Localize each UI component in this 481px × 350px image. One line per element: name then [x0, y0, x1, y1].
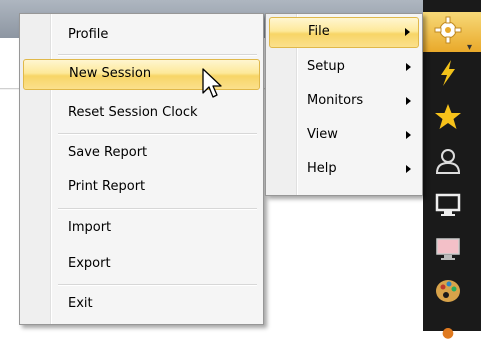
menu-item-exit[interactable]: Exit	[23, 289, 260, 319]
menu-item-export[interactable]: Export	[23, 249, 260, 279]
menu-item-setup[interactable]: Setup	[269, 52, 419, 82]
partial-icon[interactable]: ●	[431, 316, 465, 350]
menu-separator	[58, 133, 257, 135]
palette-icon[interactable]	[431, 276, 465, 310]
menu-item-file[interactable]: File	[269, 17, 419, 48]
main-menu: File Setup Monitors View Help	[265, 13, 423, 196]
chevron-right-icon	[406, 131, 411, 139]
menu-item-view[interactable]: View	[269, 120, 419, 150]
display-icon[interactable]	[431, 234, 465, 268]
menu-item-label: Reset Session Clock	[68, 105, 198, 120]
menu-item-label: Print Report	[68, 179, 146, 194]
gear-icon[interactable]	[431, 15, 465, 49]
user-icon[interactable]	[431, 146, 465, 180]
chevron-right-icon	[406, 63, 411, 71]
chevron-down-icon[interactable]: ▾	[467, 42, 472, 53]
chevron-right-icon	[405, 28, 410, 36]
chevron-right-icon	[406, 97, 411, 105]
monitor-icon[interactable]	[431, 190, 465, 224]
menu-item-label: Monitors	[307, 93, 364, 108]
menu-item-save-report[interactable]: Save Report	[23, 138, 260, 168]
menu-item-label: Export	[68, 256, 111, 271]
file-submenu: Profile New Session Reset Session Clock …	[19, 13, 264, 325]
chevron-right-icon	[406, 165, 411, 173]
toolbar-active-button[interactable]: ▾	[423, 12, 481, 53]
menu-item-print-report[interactable]: Print Report	[23, 172, 260, 202]
lightning-icon[interactable]	[431, 58, 465, 92]
menu-item-help[interactable]: Help	[269, 154, 419, 184]
menu-item-label: Setup	[307, 59, 345, 74]
menu-item-label: Help	[307, 161, 337, 176]
menu-item-label: View	[307, 127, 338, 142]
menu-item-monitors[interactable]: Monitors	[269, 86, 419, 116]
menu-item-label: Exit	[68, 296, 93, 311]
menu-item-label: Profile	[68, 27, 109, 42]
menu-item-label: File	[308, 24, 330, 39]
menu-item-import[interactable]: Import	[23, 213, 260, 243]
menu-item-label: Save Report	[68, 145, 148, 160]
menu-item-label: Import	[68, 220, 112, 235]
side-toolbar: ▾ ●	[423, 0, 481, 341]
mouse-cursor-icon	[202, 68, 222, 98]
menu-separator	[58, 54, 257, 56]
menu-item-label: New Session	[69, 66, 152, 81]
menu-item-reset-session-clock[interactable]: Reset Session Clock	[23, 98, 260, 128]
menu-separator	[58, 284, 257, 286]
menu-separator	[58, 208, 257, 210]
star-icon[interactable]	[431, 102, 465, 136]
menu-item-profile[interactable]: Profile	[23, 20, 260, 50]
